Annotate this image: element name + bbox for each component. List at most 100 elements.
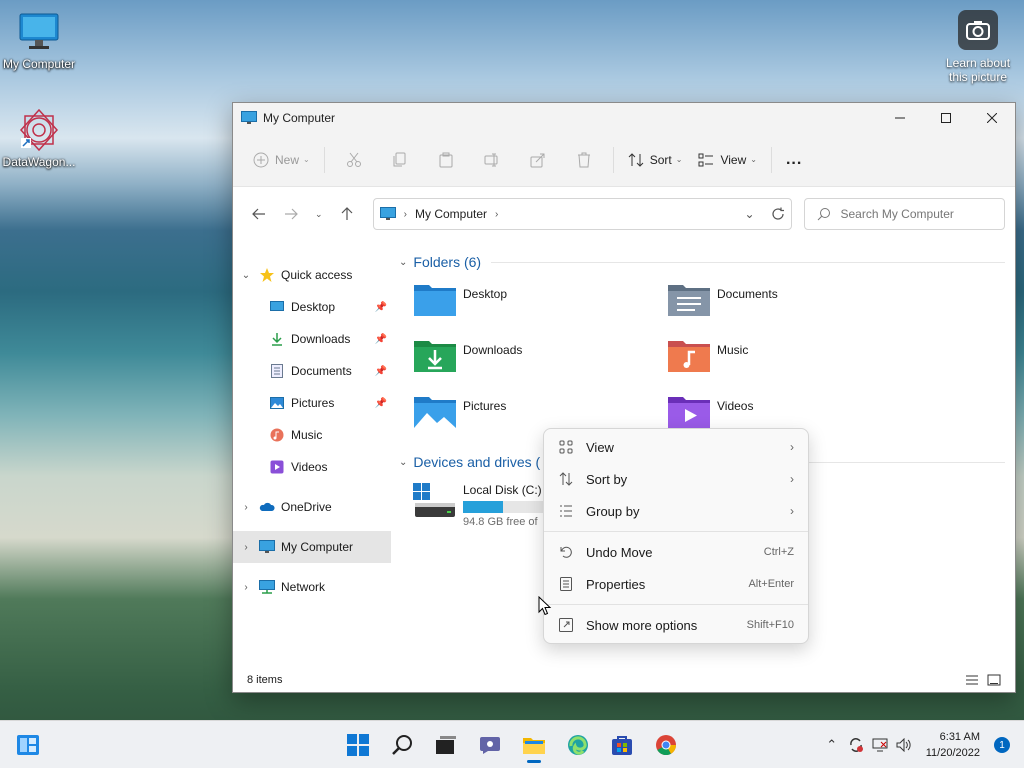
clock[interactable]: 6:31 AM 11/20/2022 <box>926 729 980 761</box>
new-button[interactable]: New ⌄ <box>245 144 318 176</box>
music-folder-icon <box>668 341 710 372</box>
sidebar-item-videos[interactable]: Videos <box>233 451 391 483</box>
network-icon <box>259 579 275 595</box>
sidebar-item-onedrive[interactable]: › OneDrive <box>233 491 391 523</box>
pin-icon: 📌 <box>374 397 387 409</box>
desktop-icon-my-computer[interactable]: My Computer <box>1 10 77 71</box>
volume-icon[interactable] <box>892 733 916 757</box>
chevron-right-icon[interactable]: › <box>233 582 259 593</box>
chrome-button[interactable] <box>646 725 686 765</box>
documents-folder-icon <box>668 285 710 316</box>
folder-item-desktop[interactable]: Desktop <box>413 281 667 325</box>
notification-badge[interactable]: 1 <box>994 737 1010 753</box>
learn-about-picture[interactable]: Learn about this picture <box>938 10 1018 84</box>
store-button[interactable] <box>602 725 642 765</box>
menu-item-sort-by[interactable]: Sort by › <box>544 463 808 495</box>
edge-icon <box>568 735 588 755</box>
sidebar-item-music[interactable]: Music <box>233 419 391 451</box>
search-box[interactable]: Search My Computer <box>803 198 1005 230</box>
paste-button[interactable] <box>423 144 469 176</box>
menu-item-properties[interactable]: Properties Alt+Enter <box>544 568 808 600</box>
menu-separator <box>544 604 808 605</box>
sidebar-item-my-computer[interactable]: › My Computer <box>233 531 391 563</box>
widgets-button[interactable] <box>8 725 48 765</box>
chevron-down-icon[interactable]: ⌄ <box>233 270 259 281</box>
network-icon[interactable] <box>868 733 892 757</box>
chat-icon <box>480 737 500 754</box>
downloads-folder-icon <box>414 341 456 372</box>
cut-icon <box>346 152 361 167</box>
folder-item-downloads[interactable]: Downloads <box>413 337 667 381</box>
menu-item-label: Sort by <box>586 471 628 487</box>
chat-button[interactable] <box>470 725 510 765</box>
desktop-icon-datawagon[interactable]: DataWagon... <box>1 108 77 169</box>
delete-icon <box>577 152 590 167</box>
maximize-button[interactable] <box>923 103 969 133</box>
recent-locations-button[interactable]: ⌄ <box>307 199 331 229</box>
pin-icon: 📌 <box>374 301 387 313</box>
search-button[interactable] <box>382 725 422 765</box>
folder-name: Music <box>717 343 749 357</box>
details-view-icon[interactable] <box>965 674 979 686</box>
menu-item-label: View <box>586 439 614 455</box>
datawagon-logo-icon <box>17 108 61 152</box>
search-placeholder: Search My Computer <box>840 207 954 221</box>
group-icon <box>558 503 574 519</box>
address-bar[interactable]: › My Computer › ⌄ <box>372 198 792 230</box>
refresh-icon[interactable] <box>771 207 785 221</box>
view-button[interactable]: View ⌄ <box>690 144 765 176</box>
chevron-down-icon: ⌄ <box>399 456 408 468</box>
more-options-button[interactable]: ... <box>778 144 810 176</box>
folder-name: Videos <box>717 399 754 413</box>
edge-button[interactable] <box>558 725 598 765</box>
minimize-button[interactable] <box>877 103 923 133</box>
cut-button[interactable] <box>331 144 377 176</box>
sidebar-item-pictures[interactable]: Pictures 📌 <box>233 387 391 419</box>
up-button[interactable] <box>331 199 363 229</box>
clock-date: 11/20/2022 <box>925 747 980 759</box>
sidebar-item-downloads[interactable]: Downloads 📌 <box>233 323 391 355</box>
menu-item-view[interactable]: View › <box>544 431 808 463</box>
show-hidden-icons-chevron-up-icon[interactable]: ⌃ <box>820 733 844 757</box>
folder-item-music[interactable]: Music <box>667 337 921 381</box>
arrow-right-icon <box>284 208 298 220</box>
sync-icon[interactable] <box>844 733 868 757</box>
view-list-icon <box>698 153 714 166</box>
menu-item-show-more-options[interactable]: Show more options Shift+F10 <box>544 609 808 641</box>
sidebar-item-quick-access[interactable]: ⌄ Quick access <box>233 259 391 291</box>
start-button[interactable] <box>338 725 378 765</box>
delete-button[interactable] <box>561 144 607 176</box>
share-button[interactable] <box>515 144 561 176</box>
chevron-down-icon: ⌄ <box>315 208 323 219</box>
chevron-right-icon[interactable]: › <box>233 502 259 513</box>
sidebar-item-network[interactable]: › Network <box>233 571 391 603</box>
sort-button[interactable]: Sort ⌄ <box>620 144 691 176</box>
title-bar[interactable]: My Computer <box>233 103 1015 133</box>
folder-item-documents[interactable]: Documents <box>667 281 921 325</box>
menu-item-undo-move[interactable]: Undo Move Ctrl+Z <box>544 536 808 568</box>
file-explorer-taskbar-button[interactable] <box>514 725 554 765</box>
copy-button[interactable] <box>377 144 423 176</box>
close-button[interactable] <box>969 103 1015 133</box>
task-view-button[interactable] <box>426 725 466 765</box>
devices-group-title: Devices and drives ( <box>413 454 541 470</box>
folders-group-header[interactable]: ⌄ Folders (6) <box>399 251 1005 273</box>
monitor-icon <box>17 10 61 54</box>
rename-button[interactable] <box>469 144 515 176</box>
arrow-up-icon <box>341 207 353 220</box>
navigation-bar: ⌄ › My Computer › ⌄ Search My Computer <box>233 187 1015 241</box>
menu-item-label: Undo Move <box>586 544 653 560</box>
forward-button[interactable] <box>275 199 307 229</box>
clock-time: 6:31 AM <box>939 731 980 743</box>
address-history-chevron-icon[interactable]: ⌄ <box>744 207 754 221</box>
large-icons-view-icon[interactable] <box>987 674 1001 686</box>
back-button[interactable] <box>243 199 275 229</box>
sidebar-item-documents[interactable]: Documents 📌 <box>233 355 391 387</box>
status-bar: 8 items <box>233 668 1015 692</box>
desktop-icon-label: DataWagon... <box>2 155 76 169</box>
menu-item-group-by[interactable]: Group by › <box>544 495 808 527</box>
breadcrumb[interactable]: My Computer <box>415 207 487 221</box>
sidebar-item-desktop[interactable]: Desktop 📌 <box>233 291 391 323</box>
drive-usage-fill <box>463 501 503 513</box>
chevron-right-icon[interactable]: › <box>233 542 259 553</box>
